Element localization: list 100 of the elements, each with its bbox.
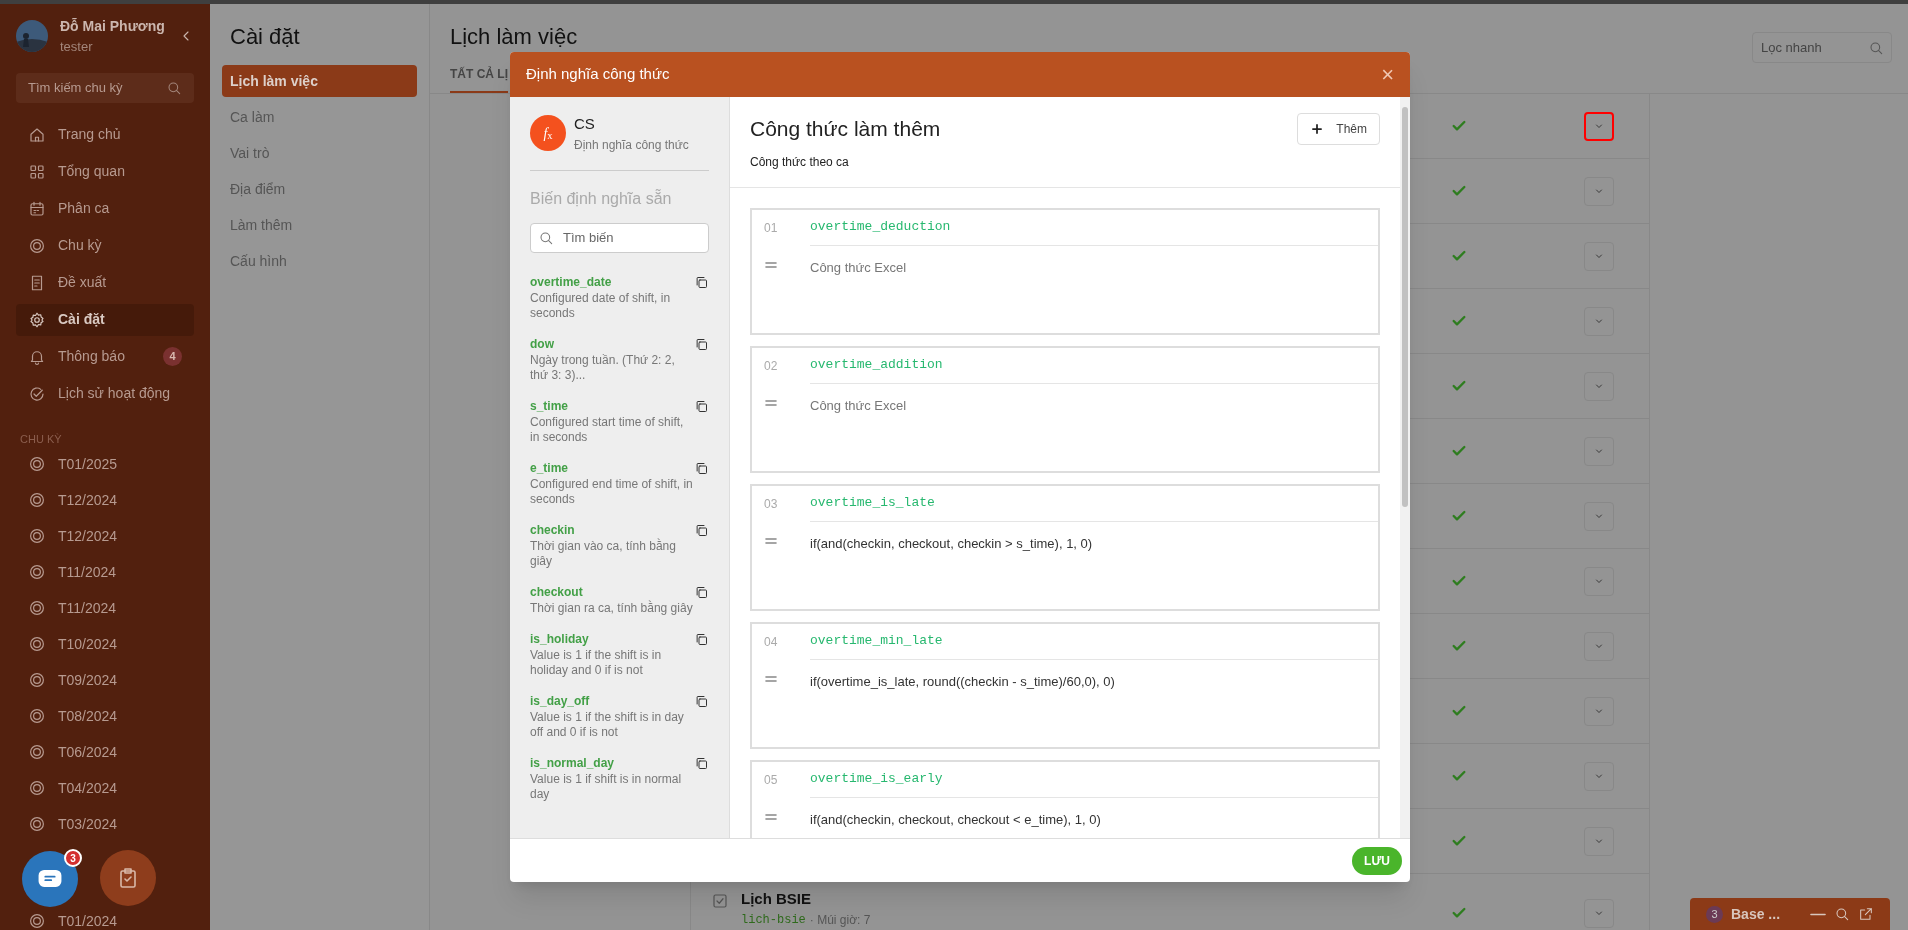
save-button[interactable]: LƯU [1352,846,1402,875]
dropdown-button[interactable] [1584,631,1614,661]
nav-item[interactable]: Phân ca [16,192,194,225]
variable-description: Ngày trong tuần. (Thứ 2: 2, thứ 3: 3)... [530,352,676,383]
variable-name[interactable]: e_time [530,458,694,477]
copy-icon[interactable] [694,460,709,476]
formula-field[interactable]: if(overtime_is_late, round((checkin - s_time)/60,0), 0) [810,671,1366,691]
nav-item[interactable]: Trang chủ [16,118,194,151]
count-badge: 3 [1706,905,1723,923]
variable-description: Configured end time of shift, in seconds [530,476,694,507]
cycle-item[interactable]: T12/2024 [16,527,194,545]
variable-description: Value is 1 if shift is in normal day [530,771,683,802]
formula-field[interactable]: Công thức Excel [810,257,1366,277]
formula-field[interactable]: if(and(checkin, checkout, checkout < e_time), 1, 0) [810,809,1366,829]
nav-item[interactable]: Chu kỳ [16,229,194,262]
dropdown-button[interactable] [1584,436,1614,466]
formula-number: 04 [763,633,779,651]
variable-name[interactable]: checkin [530,520,694,539]
dropdown-button[interactable] [1584,241,1614,271]
modal-title: Định nghĩa công thức [526,64,670,85]
formula-number: 05 [763,771,779,789]
cycle-item[interactable]: T04/2024 [16,779,194,797]
dropdown-button[interactable] [1584,826,1614,856]
cycle-item[interactable]: T09/2024 [16,671,194,689]
cycle-item[interactable]: T01/2025 [16,455,194,473]
target-icon [28,779,46,797]
copy-icon[interactable] [694,584,709,600]
copy-icon[interactable] [694,336,709,352]
variable-name[interactable]: s_time [530,396,694,415]
target-icon [28,236,46,255]
formula-number: 01 [763,219,779,237]
variable-name[interactable]: checkout [530,582,694,601]
dropdown-button[interactable] [1584,176,1614,206]
tab[interactable]: TẤT CẢ LỊ [450,65,508,93]
nav-item[interactable]: Thông báo 4 [16,340,194,373]
variable-description: Thời gian vào ca, tính bằng giây [530,538,677,569]
search-field[interactable]: Tìm biến [530,222,709,253]
nav-item[interactable]: Cài đặt [16,303,194,336]
copy-icon[interactable] [694,522,709,538]
target-icon [28,743,46,761]
variable-name[interactable]: dow [530,334,694,353]
formula-number: 02 [763,357,779,375]
copy-icon[interactable] [694,693,709,709]
target-icon [28,707,46,725]
menu-item[interactable]: Lịch làm việc [222,65,417,97]
schedule-name: Lịch BSIE [741,889,812,909]
cycle-item[interactable]: T08/2024 [16,707,194,725]
target-icon [28,527,46,545]
filter-field[interactable]: Lọc nhanh [1752,32,1892,63]
menu-item[interactable]: Vai trò [222,137,417,169]
menu-item[interactable]: Ca làm [222,101,417,133]
cycle-item[interactable]: T10/2024 [16,635,194,653]
cycle-item[interactable]: T03/2024 [16,815,194,833]
close-button[interactable]: × [1381,63,1394,86]
plus-icon [1310,122,1325,136]
search-icon [1868,39,1884,56]
dropdown-button[interactable] [1584,501,1614,531]
dropdown-button[interactable] [1584,761,1614,791]
search-icon [1834,906,1850,922]
add-button[interactable]: Thêm [1297,113,1380,145]
copy-icon[interactable] [694,755,709,771]
search-field[interactable]: Tìm kiếm chu kỳ [16,72,194,103]
dropdown-button[interactable] [1584,306,1614,336]
drag-handle-icon [762,674,780,683]
dropdown-button[interactable] [1584,898,1614,928]
variable-name[interactable]: is_holiday [530,629,694,648]
variable-name[interactable]: overtime_date [530,272,694,291]
copy-icon[interactable] [694,274,709,290]
variable-description: Configured date of shift, in seconds [530,290,672,321]
cycle-item[interactable]: T01/2024 [16,912,194,930]
cycle-item[interactable]: T11/2024 [16,599,194,617]
formula-number: 03 [763,495,779,513]
variable-description: Value is 1 if the shift is in day off and 0 if is not [530,709,685,740]
variable-name[interactable]: is_normal_day [530,753,694,772]
variable-description: Thời gian ra ca, tính bằng giây [530,600,694,616]
cycle-item[interactable]: T06/2024 [16,743,194,761]
variable-name[interactable]: is_day_off [530,691,694,710]
dropdown-button[interactable] [1584,696,1614,726]
chat-widget-bar[interactable]: 3 Base ... [1690,898,1890,930]
copy-icon[interactable] [694,398,709,414]
section-heading: Biến định nghĩa sẵn [530,188,673,209]
target-icon [28,815,46,833]
dropdown-button[interactable] [1584,111,1614,141]
formula-field[interactable]: if(and(checkin, checkout, checkin > s_time), 1, 0) [810,533,1366,553]
formula-name: overtime_is_early [810,761,1378,798]
dropdown-button[interactable] [1584,371,1614,401]
cycle-item[interactable]: T11/2024 [16,563,194,581]
calendar-icon [28,199,46,218]
nav-item[interactable]: Đề xuất [16,266,194,299]
nav-item[interactable]: Tổng quan [16,155,194,188]
variable-description: Value is 1 if the shift is in holiday and 0 if is not [530,647,663,678]
drag-handle-icon [762,398,780,407]
nav-item[interactable]: Lịch sử hoạt động [16,377,194,410]
check-circle-icon [28,384,46,403]
formula-field[interactable]: Công thức Excel [810,395,1366,415]
search-icon [166,79,182,96]
section-heading: CHU KỲ [19,431,63,447]
copy-icon[interactable] [694,631,709,647]
cycle-item[interactable]: T12/2024 [16,491,194,509]
dropdown-button[interactable] [1584,566,1614,596]
